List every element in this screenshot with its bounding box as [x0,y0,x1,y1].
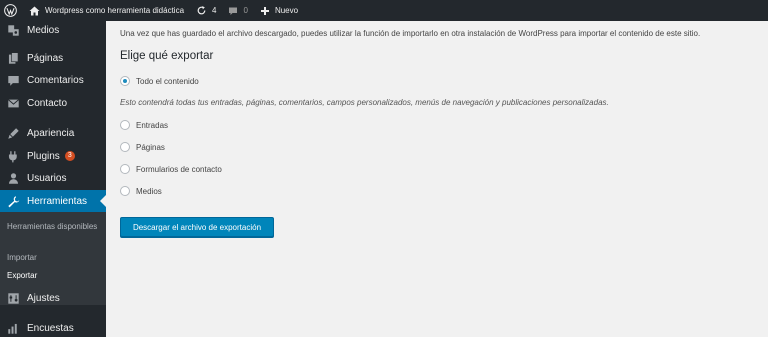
main-content: Una vez que has guardado el archivo desc… [106,21,768,337]
sidebar-item-paginas[interactable]: Páginas [0,47,106,69]
tools-icon [5,193,21,209]
option-paginas[interactable]: Páginas [120,142,165,152]
submenu-item-exportar[interactable]: Exportar [7,271,37,281]
submenu-item-herramientas-disponibles[interactable]: Herramientas disponibles [7,222,97,232]
option-entradas-label: Entradas [136,120,169,130]
site-name: Wordpress como herramienta didáctica [45,6,185,15]
sidebar-item-medios[interactable]: Medios [0,19,106,41]
settings-icon [5,290,21,306]
all-content-description: Esto contendrá todas tus entradas, págin… [120,98,609,107]
radio-formularios[interactable] [120,164,130,174]
new-label: Nuevo [274,6,299,15]
wordpress-logo-icon[interactable] [0,0,21,21]
option-all-content-label: Todo el contenido [136,76,199,86]
radio-paginas[interactable] [120,142,130,152]
page-heading: Elige qué exportar [120,50,214,62]
home-icon [29,6,40,16]
admin-sidebar: Medios Páginas Comentarios Contacto Apar… [0,21,106,337]
sidebar-item-ajustes[interactable]: Ajustes [0,287,106,309]
option-medios[interactable]: Medios [120,186,162,196]
sidebar-item-encuestas[interactable]: Encuestas [0,317,106,337]
sidebar-item-usuarios[interactable]: Usuarios [0,167,106,189]
updates-link[interactable]: 4 [196,0,216,21]
site-name-link[interactable]: Wordpress como herramienta didáctica [29,0,184,21]
admin-bar: Wordpress como herramienta didáctica 4 0… [0,0,768,21]
option-entradas[interactable]: Entradas [120,120,168,130]
updates-count: 4 [212,6,217,15]
plugins-icon [5,148,21,164]
polls-icon [5,320,21,336]
option-paginas-label: Páginas [136,142,165,152]
option-medios-label: Medios [136,186,162,196]
plus-icon [260,6,270,16]
sidebar-item-plugins[interactable]: Plugins 3 [0,145,106,167]
sidebar-item-apariencia[interactable]: Apariencia [0,122,106,144]
plugin-updates-badge: 3 [64,151,75,161]
comments-icon [5,72,21,88]
new-content-link[interactable]: Nuevo [260,0,298,21]
download-export-button[interactable]: Descargar el archivo de exportación [120,217,274,237]
export-intro-text: Una vez que has guardado el archivo desc… [120,29,701,38]
comments-count: 0 [243,6,248,15]
comment-icon [228,6,238,16]
option-all-content[interactable]: Todo el contenido [120,76,199,86]
sidebar-item-contacto[interactable]: Contacto [0,92,106,114]
comments-link[interactable]: 0 [228,0,248,21]
radio-entradas[interactable] [120,120,130,130]
sidebar-item-comentarios[interactable]: Comentarios [0,69,106,91]
mail-icon [5,95,21,111]
media-icon [5,22,21,38]
sidebar-item-herramientas[interactable]: Herramientas [0,190,106,212]
updates-icon [196,5,207,16]
submenu-item-importar[interactable]: Importar [7,253,37,263]
radio-medios[interactable] [120,186,130,196]
appearance-icon [5,125,21,141]
users-icon [5,170,21,186]
radio-all-content[interactable] [120,76,130,86]
option-formularios-label: Formularios de contacto [136,164,222,174]
pages-icon [5,50,21,66]
option-formularios[interactable]: Formularios de contacto [120,164,222,174]
